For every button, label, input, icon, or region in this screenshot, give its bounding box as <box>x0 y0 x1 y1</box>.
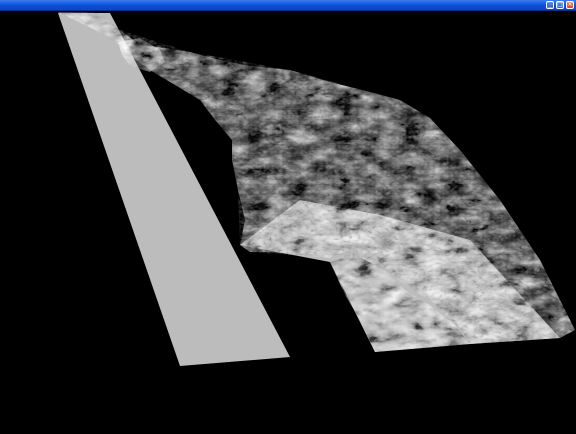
close-button[interactable]: × <box>566 1 574 9</box>
terrain-scene <box>58 12 575 366</box>
render-viewport[interactable] <box>0 11 576 434</box>
maximize-button[interactable]: □ <box>556 1 564 9</box>
minimize-button[interactable]: _ <box>546 1 554 9</box>
title-bar[interactable]: _ □ × <box>0 0 576 11</box>
app-window: _ □ × <box>0 0 576 434</box>
